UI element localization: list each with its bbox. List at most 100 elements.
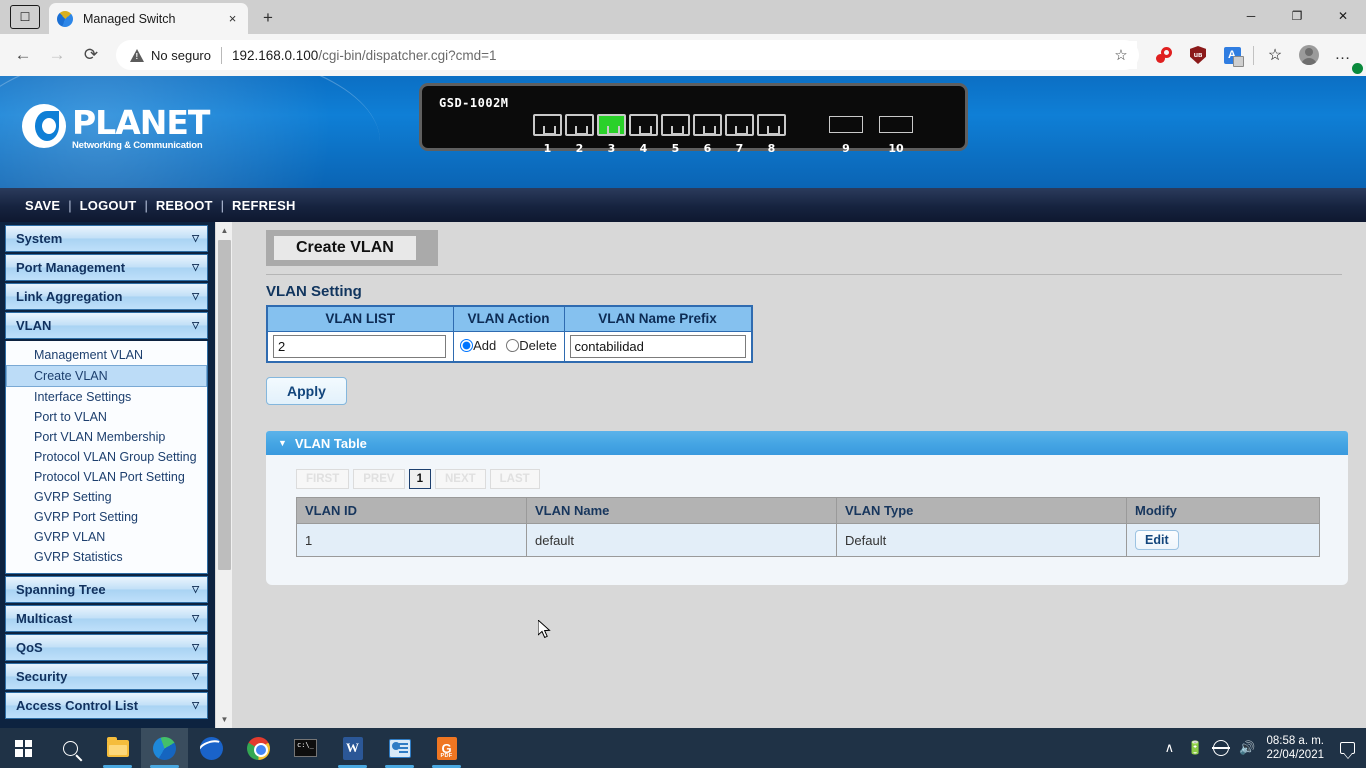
favorites-icon[interactable]: ☆ xyxy=(1258,38,1292,72)
sidebar-item-port-to-vlan[interactable]: Port to VLAN xyxy=(6,407,207,427)
vlan-name-prefix-input[interactable] xyxy=(570,335,746,358)
port-1[interactable]: 1 xyxy=(533,114,562,155)
volume-icon[interactable]: 🔊 xyxy=(1234,728,1260,768)
nav-logout[interactable]: LOGOUT xyxy=(80,198,137,213)
port-5[interactable]: 5 xyxy=(661,114,690,155)
microsoft-word-icon[interactable]: W xyxy=(329,728,376,768)
nav-save[interactable]: SAVE xyxy=(25,198,60,213)
radio-delete[interactable] xyxy=(506,339,519,352)
brand-name: PLANET xyxy=(72,106,209,139)
port-9[interactable]: 9 xyxy=(829,116,863,155)
pager-page-1[interactable]: 1 xyxy=(409,469,431,489)
toolbar-divider xyxy=(1253,46,1254,65)
search-icon[interactable] xyxy=(47,728,94,768)
nav-reboot[interactable]: REBOOT xyxy=(156,198,213,213)
scroll-up-icon[interactable]: ▲ xyxy=(216,222,233,239)
microsoft-publisher-icon[interactable] xyxy=(376,728,423,768)
blue-app-icon[interactable] xyxy=(188,728,235,768)
pdf-reader-icon[interactable]: GPDF xyxy=(423,728,470,768)
sidebar-item-interface-settings[interactable]: Interface Settings xyxy=(6,387,207,407)
pager-prev[interactable]: PREV xyxy=(353,469,404,489)
clock[interactable]: 08:58 a. m. 22/04/2021 xyxy=(1260,734,1332,762)
page-body: System ▽ Port Management ▽ Link Aggregat… xyxy=(0,222,1366,728)
mouse-cursor xyxy=(538,620,552,640)
command-prompt-icon[interactable] xyxy=(282,728,329,768)
edit-button[interactable]: Edit xyxy=(1135,530,1179,550)
vlan-table-panel-header[interactable]: ▼ VLAN Table xyxy=(266,431,1348,455)
port-2[interactable]: 2 xyxy=(565,114,594,155)
start-button[interactable] xyxy=(0,728,47,768)
collections-icon[interactable] xyxy=(1147,38,1181,72)
table-pager: FIRST PREV 1 NEXT LAST xyxy=(266,455,1348,497)
settings-and-more-icon[interactable]: … xyxy=(1326,38,1360,72)
sidebar-vlan-submenu: Management VLAN Create VLAN Interface Se… xyxy=(5,341,208,574)
network-icon[interactable] xyxy=(1208,728,1234,768)
notifications-icon[interactable] xyxy=(1332,728,1362,768)
radio-add-label[interactable]: Add xyxy=(460,338,496,353)
back-icon[interactable]: ← xyxy=(6,38,40,72)
pager-last[interactable]: LAST xyxy=(490,469,540,489)
sidebar-group-label: Spanning Tree xyxy=(16,582,106,597)
clock-time: 08:58 a. m. xyxy=(1266,734,1324,748)
translate-icon[interactable]: A xyxy=(1215,38,1249,72)
google-chrome-icon[interactable] xyxy=(235,728,282,768)
vlan-setting-table: VLAN LIST VLAN Action VLAN Name Prefix A… xyxy=(266,305,753,363)
port-4[interactable]: 4 xyxy=(629,114,658,155)
sidebar-group-access-control-list[interactable]: Access Control List ▽ xyxy=(5,692,208,719)
sidebar-item-gvrp-statistics[interactable]: GVRP Statistics xyxy=(6,547,207,567)
sidebar-item-gvrp-vlan[interactable]: GVRP VLAN xyxy=(6,527,207,547)
sidebar-item-protocol-vlan-port-setting[interactable]: Protocol VLAN Port Setting xyxy=(6,467,207,487)
pager-first[interactable]: FIRST xyxy=(296,469,349,489)
sidebar-item-management-vlan[interactable]: Management VLAN xyxy=(6,345,207,365)
scrollbar-thumb[interactable] xyxy=(218,240,231,570)
scroll-down-icon[interactable]: ▼ xyxy=(216,711,233,728)
sidebar-item-gvrp-port-setting[interactable]: GVRP Port Setting xyxy=(6,507,207,527)
apply-button[interactable]: Apply xyxy=(266,377,347,405)
sidebar-group-qos[interactable]: QoS ▽ xyxy=(5,634,208,661)
pager-next[interactable]: NEXT xyxy=(435,469,486,489)
page-title-banner: Create VLAN xyxy=(266,230,438,266)
port-3[interactable]: 3 xyxy=(597,114,626,155)
vlan-list-input[interactable] xyxy=(273,335,446,358)
reload-icon[interactable]: ⟳ xyxy=(74,38,108,72)
close-window-button[interactable]: ✕ xyxy=(1320,0,1366,32)
minimize-button[interactable]: ─ xyxy=(1228,0,1274,32)
new-tab-button[interactable]: + xyxy=(255,5,281,31)
microsoft-edge-icon[interactable] xyxy=(141,728,188,768)
sidebar-group-port-management[interactable]: Port Management ▽ xyxy=(5,254,208,281)
close-tab-icon[interactable]: × xyxy=(224,10,241,27)
port-number: 2 xyxy=(565,142,594,155)
address-bar[interactable]: No seguro 192.168.0.100/cgi-bin/dispatch… xyxy=(116,40,1139,70)
sidebar-group-security[interactable]: Security ▽ xyxy=(5,663,208,690)
browser-tab[interactable]: Managed Switch × xyxy=(49,3,248,34)
sidebar-item-protocol-vlan-group-setting[interactable]: Protocol VLAN Group Setting xyxy=(6,447,207,467)
header-vlan-list: VLAN LIST xyxy=(267,306,453,331)
forward-icon[interactable]: → xyxy=(40,38,74,72)
add-favorite-icon[interactable]: ☆ xyxy=(1105,41,1137,69)
battery-icon[interactable]: 🔋 xyxy=(1182,728,1208,768)
sidebar-group-spanning-tree[interactable]: Spanning Tree ▽ xyxy=(5,576,208,603)
port-10[interactable]: 10 xyxy=(879,116,913,155)
sidebar-item-create-vlan[interactable]: Create VLAN xyxy=(6,365,207,387)
radio-add[interactable] xyxy=(460,339,473,352)
port-7[interactable]: 7 xyxy=(725,114,754,155)
title-divider xyxy=(266,274,1342,275)
sidebar-group-vlan[interactable]: VLAN ▽ xyxy=(5,312,208,339)
maximize-button[interactable]: ❐ xyxy=(1274,0,1320,32)
profile-avatar-icon[interactable] xyxy=(1292,38,1326,72)
sidebar-group-multicast[interactable]: Multicast ▽ xyxy=(5,605,208,632)
port-8[interactable]: 8 xyxy=(757,114,786,155)
collapse-triangle-icon[interactable]: ▼ xyxy=(278,438,287,448)
show-hidden-icons[interactable]: ∧ xyxy=(1156,728,1182,768)
sidebar-item-port-vlan-membership[interactable]: Port VLAN Membership xyxy=(6,427,207,447)
sidebar-group-link-aggregation[interactable]: Link Aggregation ▽ xyxy=(5,283,208,310)
port-6[interactable]: 6 xyxy=(693,114,722,155)
tab-search-button[interactable]: ☐ xyxy=(10,5,40,29)
nav-refresh[interactable]: REFRESH xyxy=(232,198,296,213)
adblock-shield-icon[interactable]: uв xyxy=(1181,38,1215,72)
sidebar-item-gvrp-setting[interactable]: GVRP Setting xyxy=(6,487,207,507)
radio-delete-label[interactable]: Delete xyxy=(506,338,557,353)
sidebar-group-system[interactable]: System ▽ xyxy=(5,225,208,252)
sidebar-scrollbar[interactable]: ▲ ▼ xyxy=(215,222,232,728)
file-explorer-icon[interactable] xyxy=(94,728,141,768)
